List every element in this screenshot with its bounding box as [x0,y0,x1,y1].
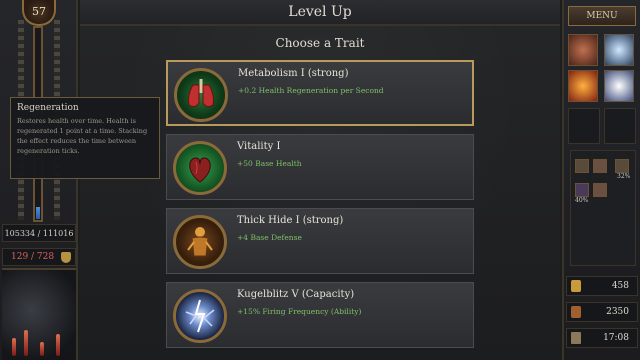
party-member-icon[interactable] [575,159,589,173]
lightning-orb-icon [173,289,227,343]
lightning-ability-icon[interactable] [604,70,634,102]
left-hud-panel: 57 105334 / 111016 129 / 728 [0,0,78,360]
party-member-icon[interactable] [575,183,589,197]
lungs-icon [174,68,228,122]
tooltip-body: Restores health over time. Health is reg… [17,117,148,155]
xp-bar-fill [36,207,40,219]
resource-row: 2350 [566,302,638,322]
level-up-panel: Level Up Choose a Trait Metabolism I (st… [80,0,560,360]
trait-card-vitality[interactable]: Vitality I +50 Base Health [166,134,474,200]
trait-subtitle: Choose a Trait [275,36,365,50]
page-title: Level Up [80,0,560,26]
time-row: 17:08 [566,328,638,348]
trait-name: Kugelblitz V (Capacity) [237,289,355,300]
frost-ability-icon[interactable] [604,34,634,66]
party-member-percent: 32% [617,173,631,180]
resource-value: 2350 [606,307,629,317]
wood-icon [571,306,581,318]
trait-desc: +50 Base Health [237,159,302,168]
gold-coin-icon [571,280,581,292]
blood-spike [40,342,44,356]
trait-desc: +0.2 Health Regeneration per Second [238,86,384,95]
blood-spike [24,330,28,356]
hourglass-icon [571,332,581,344]
party-member-icon[interactable] [593,159,607,173]
armored-figure-icon [173,215,227,269]
trait-name: Thick Hide I (strong) [237,215,344,226]
health-row: 129 / 728 [2,248,76,266]
fire-ability-icon[interactable] [568,70,598,102]
gold-row: 458 [566,276,638,296]
heart-icon [173,141,227,195]
party-panel: 32% 40% [570,150,636,266]
trait-card-kugelblitz[interactable]: Kugelblitz V (Capacity) +15% Firing Freq… [166,282,474,348]
potion-icon[interactable] [61,252,71,263]
trait-tooltip: Regeneration Restores health over time. … [10,97,160,179]
trait-card-metabolism[interactable]: Metabolism I (strong) +0.2 Health Regene… [166,60,474,126]
time-value: 17:08 [603,333,629,343]
party-member-icon[interactable] [593,183,607,197]
menu-button[interactable]: MENU [568,6,636,26]
trait-card-thick-hide[interactable]: Thick Hide I (strong) +4 Base Defense [166,208,474,274]
tooltip-title: Regeneration [17,103,79,113]
blood-spike [56,334,60,356]
trait-desc: +15% Firing Frequency (Ability) [237,307,362,316]
empty-ability-slot[interactable] [604,108,636,144]
empty-ability-slot[interactable] [568,108,600,144]
ogre-ability-icon[interactable] [568,34,598,66]
trait-name: Metabolism I (strong) [238,68,349,79]
gold-value: 458 [611,281,629,291]
right-hud-panel: MENU 32% 40% 458 2350 17:08 [562,0,640,360]
party-member-icon[interactable] [615,159,629,173]
health-text: 129 / 728 [11,252,55,262]
level-badge: 57 [22,0,56,26]
trait-desc: +4 Base Defense [237,233,302,242]
health-orb [2,268,76,360]
party-member-percent: 40% [575,197,589,204]
blood-spike [12,338,16,356]
xp-text: 105334 / 111016 [2,224,76,242]
trait-name: Vitality I [237,141,281,152]
